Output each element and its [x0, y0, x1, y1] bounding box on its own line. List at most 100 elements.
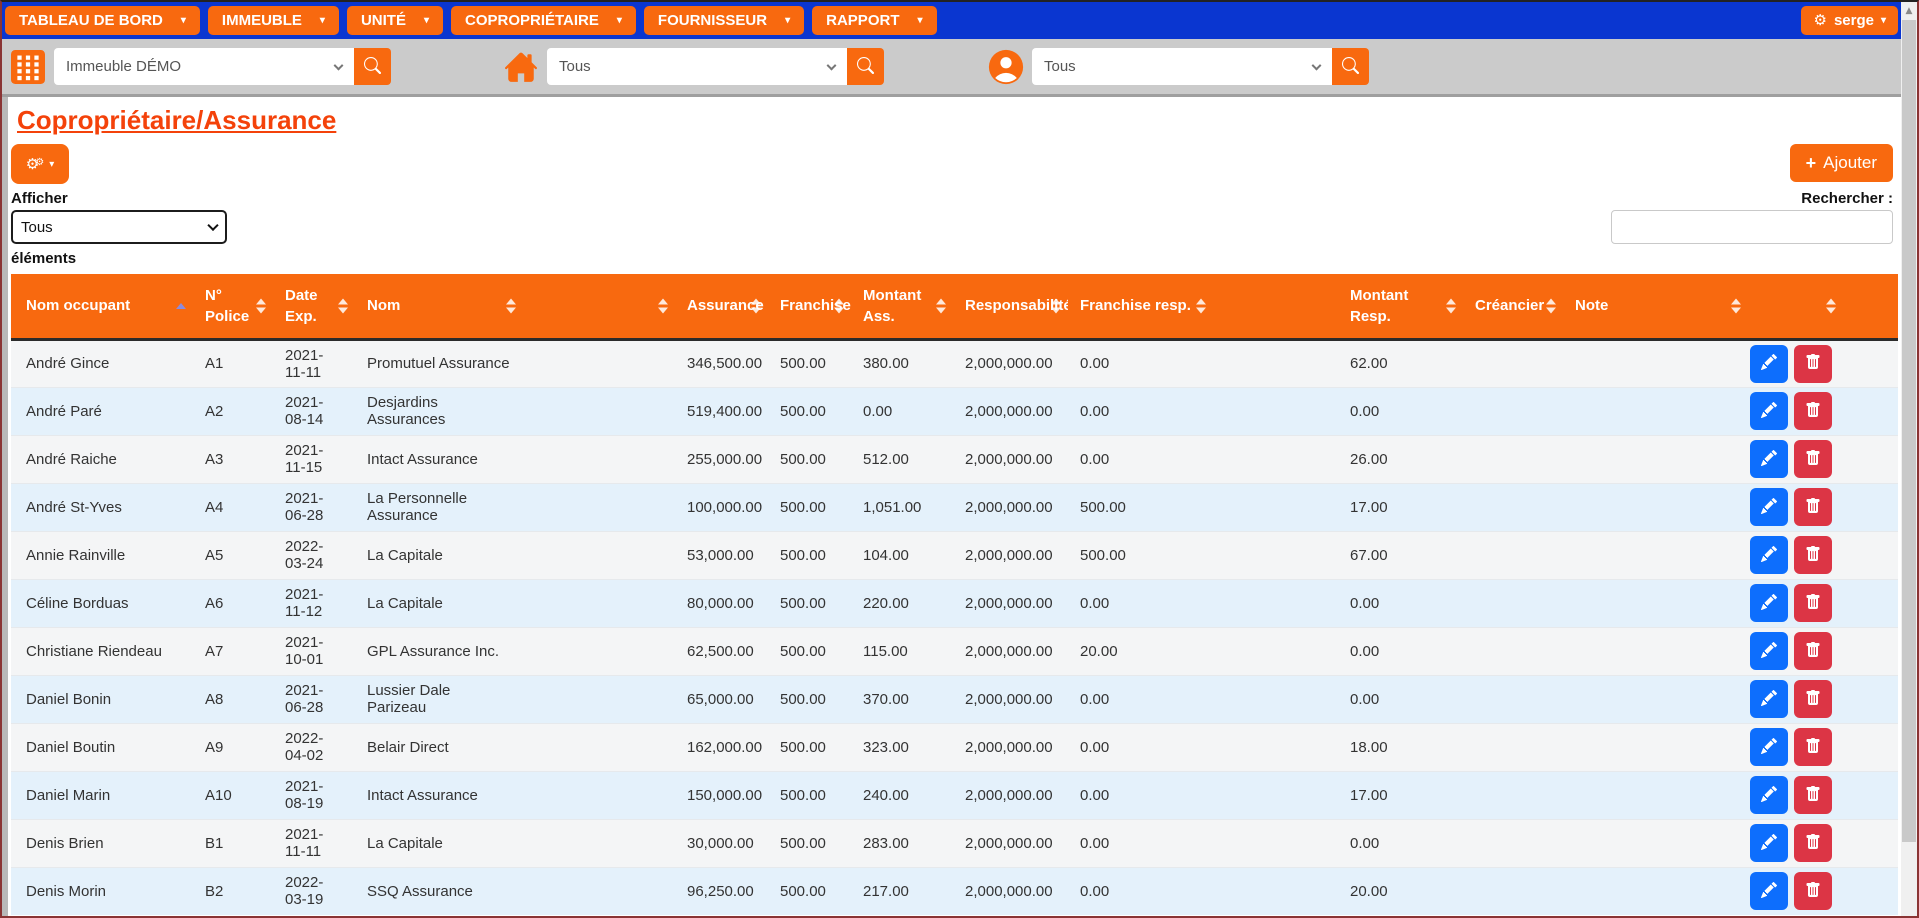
- cell-nom: GPL Assurance Inc.: [355, 626, 523, 675]
- owner-search-button[interactable]: [1332, 48, 1369, 85]
- col-date-exp[interactable]: Date Exp.: [273, 274, 355, 341]
- nav-immeuble[interactable]: IMMEUBLE ▾: [207, 6, 339, 35]
- search-input[interactable]: [1611, 210, 1893, 244]
- delete-button[interactable]: [1794, 392, 1832, 430]
- page-title[interactable]: Copropriétaire/Assurance: [17, 105, 336, 136]
- nav-rapport[interactable]: RAPPORT ▾: [812, 6, 937, 35]
- delete-button[interactable]: [1794, 440, 1832, 478]
- building-search-button[interactable]: [354, 48, 391, 85]
- owner-select[interactable]: Tous: [1032, 48, 1332, 85]
- delete-button[interactable]: [1794, 488, 1832, 526]
- edit-button[interactable]: [1750, 536, 1788, 574]
- table-row: André Gince A1 2021-11-11 Promutuel Assu…: [11, 338, 1898, 387]
- add-button[interactable]: + Ajouter: [1789, 144, 1893, 182]
- sort-asc-icon: [176, 302, 186, 309]
- cell-note: [1563, 818, 1748, 867]
- building-select[interactable]: Immeuble DÉMO: [54, 48, 354, 85]
- edit-button[interactable]: [1750, 824, 1788, 862]
- edit-button[interactable]: [1750, 344, 1788, 383]
- col-responsabilite[interactable]: Responsabilité: [953, 274, 1072, 341]
- cell-responsabilite: 2,000,000.00: [953, 818, 1068, 867]
- cell-date-exp: 2021-10-01: [273, 626, 355, 675]
- edit-button[interactable]: [1750, 728, 1788, 766]
- delete-button[interactable]: [1794, 776, 1832, 814]
- search-icon: [1341, 56, 1359, 77]
- vertical-scrollbar[interactable]: ▲: [1901, 2, 1917, 916]
- cell-montant-ass: 220.00: [851, 578, 953, 627]
- edit-button[interactable]: [1750, 680, 1788, 718]
- edit-button[interactable]: [1750, 440, 1788, 478]
- delete-button[interactable]: [1794, 680, 1832, 718]
- cell-blank: [523, 386, 675, 435]
- cell-note: [1563, 482, 1748, 531]
- delete-button[interactable]: [1794, 584, 1832, 622]
- cell-creancier: [1463, 578, 1563, 627]
- cell-creancier: [1463, 434, 1563, 483]
- trash-icon: [1805, 593, 1821, 613]
- cell-montant-ass: 283.00: [851, 818, 953, 867]
- col-creancier[interactable]: Créancier: [1463, 274, 1563, 341]
- user-menu-button[interactable]: ⚙ serge ▾: [1801, 6, 1898, 35]
- nav-fournisseur[interactable]: FOURNISSEUR ▾: [643, 6, 805, 35]
- plus-icon: +: [1805, 153, 1817, 173]
- cell-date-exp: 2022-03-24: [273, 530, 355, 579]
- col-franchise-resp[interactable]: Franchise resp.: [1068, 274, 1338, 341]
- col-nom[interactable]: Nom: [355, 274, 523, 341]
- pencil-icon: [1761, 785, 1778, 805]
- cell-creancier: [1463, 626, 1563, 675]
- cell-note: [1563, 722, 1748, 771]
- col-actions[interactable]: [1748, 274, 1898, 341]
- sort-icon: [834, 298, 844, 314]
- col-montant-resp[interactable]: Montant Resp.: [1338, 274, 1463, 341]
- insurance-table: Nom occupant N° Police Date Exp. Nom Ass…: [11, 274, 1898, 915]
- pencil-icon: [1761, 593, 1778, 613]
- search-label: Rechercher :: [1801, 190, 1893, 207]
- delete-button[interactable]: [1794, 632, 1832, 670]
- delete-button[interactable]: [1794, 728, 1832, 766]
- edit-button[interactable]: [1750, 872, 1788, 911]
- col-assurance[interactable]: Assurance: [675, 274, 768, 341]
- unit-select[interactable]: Tous: [547, 48, 847, 85]
- unit-search-button[interactable]: [847, 48, 884, 85]
- chevron-down-icon: ▾: [917, 14, 923, 26]
- delete-button[interactable]: [1794, 872, 1832, 911]
- cell-date-exp: 2021-08-14: [273, 386, 355, 435]
- cell-montant-ass: 217.00: [851, 866, 953, 915]
- scrollbar-thumb[interactable]: [1902, 20, 1916, 842]
- cell-responsabilite: 2,000,000.00: [953, 530, 1068, 579]
- cell-responsabilite: 2,000,000.00: [953, 338, 1068, 387]
- col-blank-1[interactable]: [523, 274, 675, 341]
- col-montant-ass[interactable]: Montant Ass.: [851, 274, 953, 341]
- col-nom-occupant[interactable]: Nom occupant: [11, 274, 193, 341]
- edit-button[interactable]: [1750, 584, 1788, 622]
- nav-unite[interactable]: UNITÉ ▾: [346, 6, 443, 35]
- cell-date-exp: 2021-11-11: [273, 338, 355, 387]
- cell-assurance: 150,000.00: [675, 770, 768, 819]
- settings-dropdown-button[interactable]: ⚙⚙ ▾: [11, 144, 69, 184]
- cell-franchise-resp: 0.00: [1068, 434, 1338, 483]
- sort-icon: [751, 298, 761, 314]
- cell-nom-occupant: Daniel Boutin: [11, 722, 193, 771]
- col-no-police[interactable]: N° Police: [193, 274, 273, 341]
- main-content: Copropriétaire/Assurance ⚙⚙ ▾ + Ajouter …: [2, 97, 1901, 916]
- cell-nom-occupant: Daniel Marin: [11, 770, 193, 819]
- building-filter-group: Immeuble DÉMO: [54, 48, 391, 85]
- edit-button[interactable]: [1750, 776, 1788, 814]
- col-franchise[interactable]: Franchise: [768, 274, 851, 341]
- edit-button[interactable]: [1750, 392, 1788, 430]
- delete-button[interactable]: [1794, 344, 1832, 383]
- edit-button[interactable]: [1750, 632, 1788, 670]
- nav-coproprietaire[interactable]: COPROPRIÉTAIRE ▾: [450, 6, 636, 35]
- nav-tableau-de-bord[interactable]: TABLEAU DE BORD ▾: [5, 6, 200, 35]
- edit-button[interactable]: [1750, 488, 1788, 526]
- cell-date-exp: 2022-03-19: [273, 866, 355, 915]
- delete-button[interactable]: [1794, 536, 1832, 574]
- col-note[interactable]: Note: [1563, 274, 1748, 341]
- scroll-up-icon[interactable]: ▲: [1901, 5, 1917, 17]
- delete-button[interactable]: [1794, 824, 1832, 862]
- trash-icon: [1805, 881, 1821, 901]
- sort-icon: [936, 298, 946, 314]
- cell-franchise: 500.00: [768, 386, 851, 435]
- page-length-select[interactable]: Tous: [11, 210, 227, 244]
- cell-montant-ass: 240.00: [851, 770, 953, 819]
